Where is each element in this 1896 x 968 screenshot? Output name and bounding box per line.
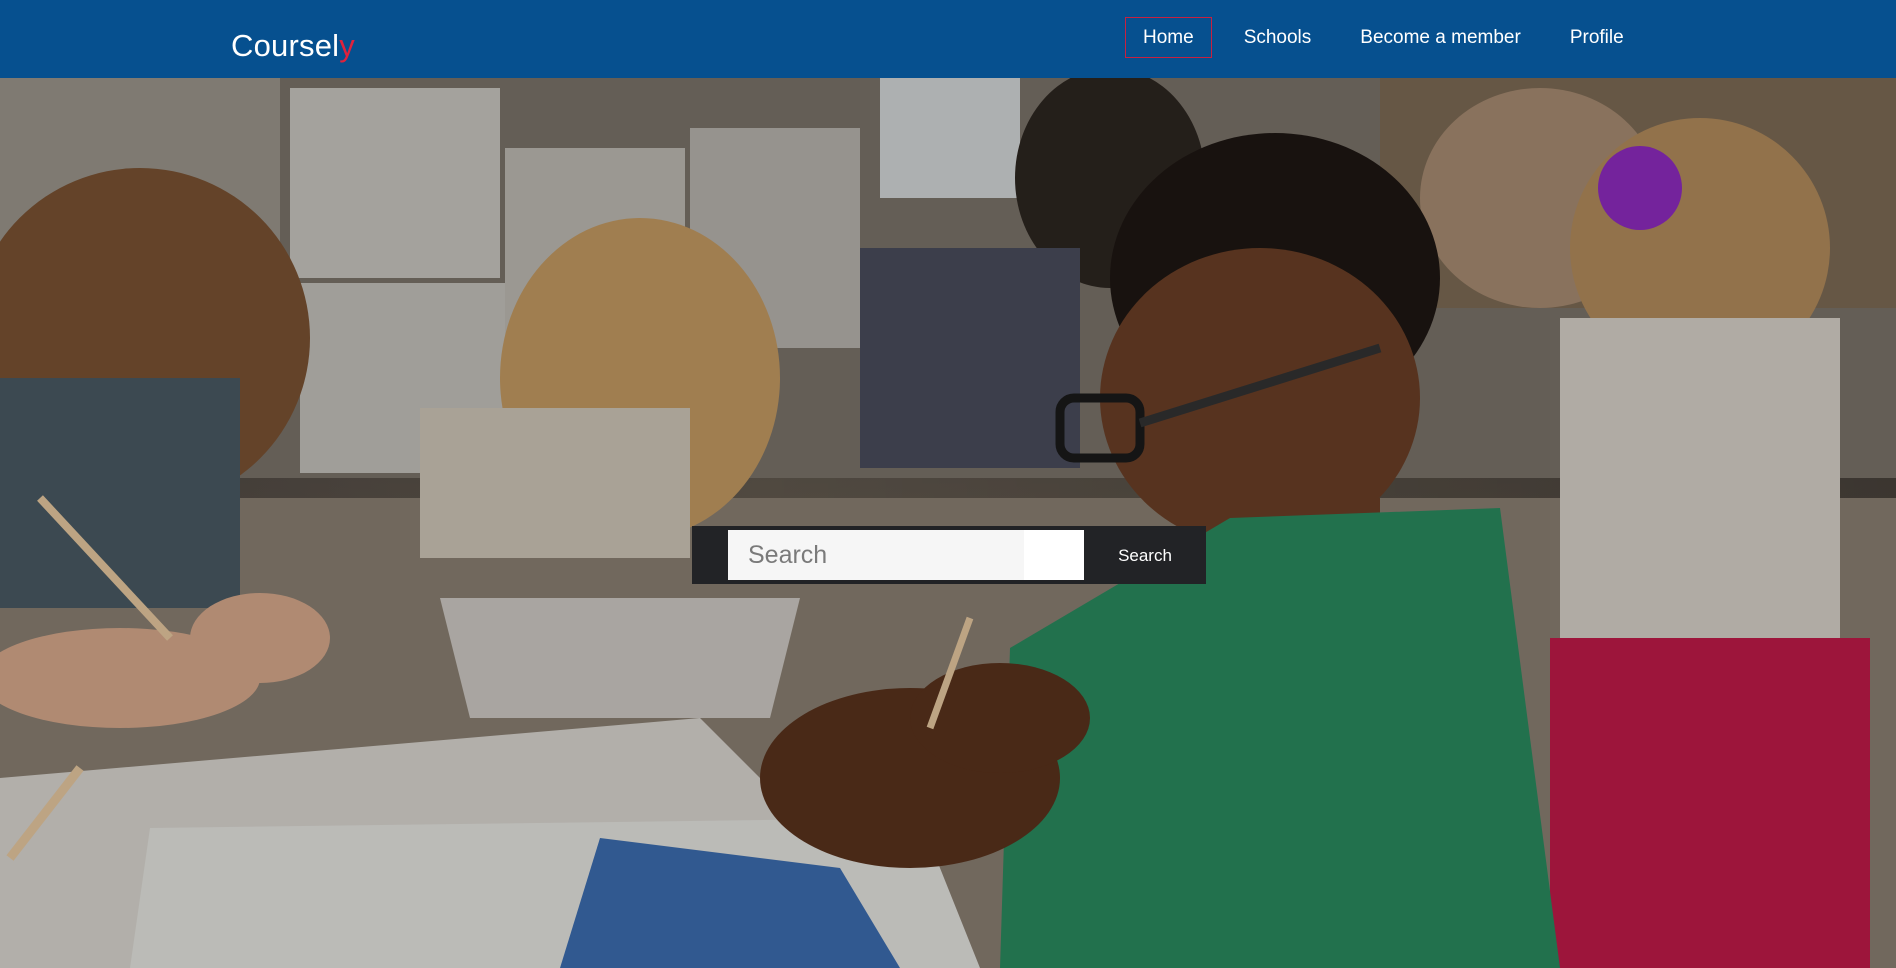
nav-item-become-member[interactable]: Become a member — [1343, 17, 1538, 58]
search-input-spacer — [1024, 530, 1084, 580]
search-button[interactable]: Search — [1084, 530, 1206, 580]
brand-accent-letter: y — [339, 28, 355, 63]
hero-overlay — [0, 78, 1896, 968]
brand-name: Cours — [231, 28, 315, 63]
brand-name-mid: el — [314, 28, 340, 63]
brand-logo[interactable]: Coursely — [231, 26, 355, 66]
search-input[interactable] — [728, 530, 1024, 580]
search-bar: Search — [692, 526, 1206, 584]
nav-item-home[interactable]: Home — [1125, 17, 1212, 58]
nav-item-profile[interactable]: Profile — [1553, 17, 1641, 58]
hero-background-image — [0, 78, 1896, 968]
main-nav: Home Schools Become a member Profile — [1125, 17, 1656, 58]
nav-item-schools[interactable]: Schools — [1227, 17, 1329, 58]
top-navbar: Coursely Home Schools Become a member Pr… — [0, 0, 1896, 78]
